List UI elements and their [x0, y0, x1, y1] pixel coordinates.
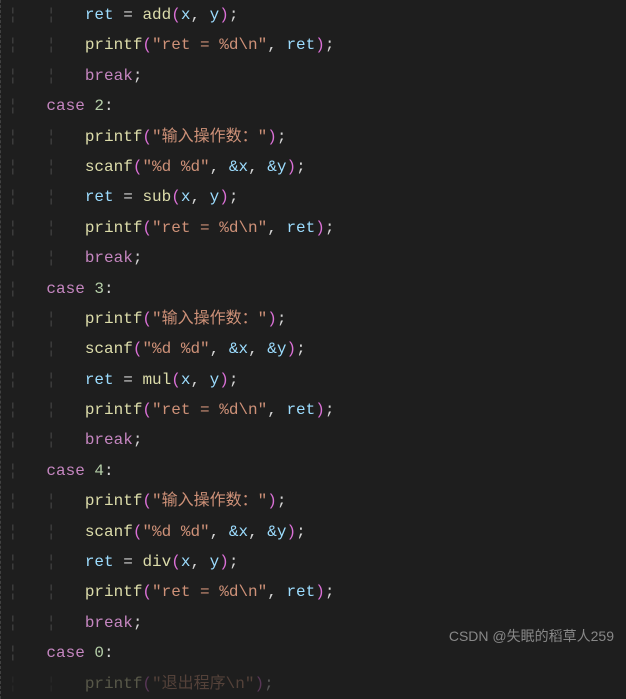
code-line[interactable]: ¦ case 3: — [8, 274, 626, 304]
code-line[interactable]: ¦ ¦ printf("ret = %d\n", ret); — [8, 213, 626, 243]
code-line[interactable]: ¦ ¦ printf("退出程序\n"); — [8, 669, 626, 699]
code-line[interactable]: ¦ ¦ printf("输入操作数："); — [8, 122, 626, 152]
code-line[interactable]: ¦ ¦ scanf("%d %d", &x, &y); — [8, 517, 626, 547]
code-line[interactable]: ¦ ¦ break; — [8, 425, 626, 455]
watermark: CSDN @失眠的稻草人259 — [449, 623, 614, 650]
code-line[interactable]: ¦ ¦ printf("ret = %d\n", ret); — [8, 395, 626, 425]
code-line[interactable]: ¦ ¦ scanf("%d %d", &x, &y); — [8, 334, 626, 364]
code-line[interactable]: ¦ ¦ printf("ret = %d\n", ret); — [8, 577, 626, 607]
code-line[interactable]: ¦ case 2: — [8, 91, 626, 121]
code-editor[interactable]: ¦ ¦ ret = add(x, y); ¦ ¦ printf("ret = %… — [0, 0, 626, 699]
code-line[interactable]: ¦ ¦ printf("输入操作数："); — [8, 304, 626, 334]
code-line[interactable]: ¦ ¦ ret = add(x, y); — [8, 0, 626, 30]
code-line[interactable]: ¦ case 4: — [8, 456, 626, 486]
code-line[interactable]: ¦ ¦ break; — [8, 61, 626, 91]
code-line[interactable]: ¦ ¦ ret = sub(x, y); — [8, 182, 626, 212]
code-line[interactable]: ¦ ¦ ret = mul(x, y); — [8, 365, 626, 395]
code-line[interactable]: ¦ ¦ printf("输入操作数："); — [8, 486, 626, 516]
code-line[interactable]: ¦ ¦ break; — [8, 243, 626, 273]
code-line[interactable]: ¦ ¦ ret = div(x, y); — [8, 547, 626, 577]
code-line[interactable]: ¦ ¦ scanf("%d %d", &x, &y); — [8, 152, 626, 182]
code-line[interactable]: ¦ ¦ printf("ret = %d\n", ret); — [8, 30, 626, 60]
